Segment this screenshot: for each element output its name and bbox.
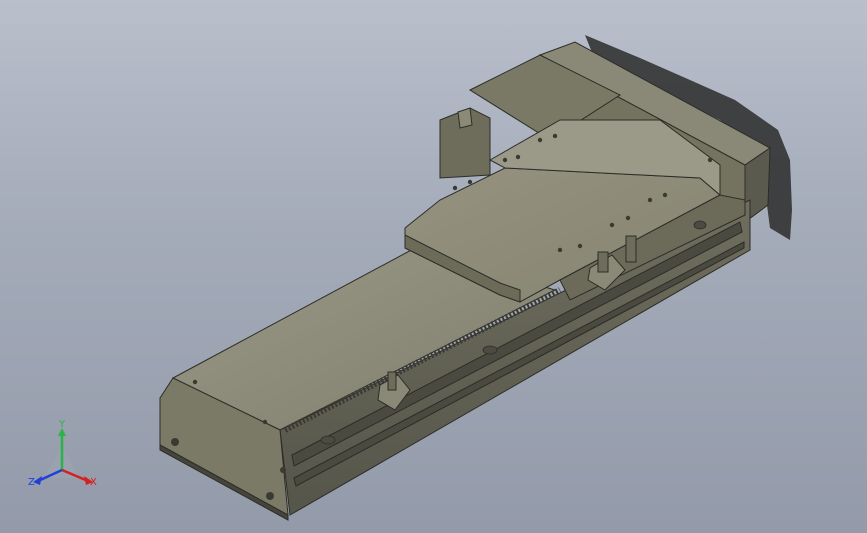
- x-axis-label: X: [90, 477, 97, 488]
- z-axis-label: Z: [28, 477, 35, 488]
- y-axis-label: Y: [59, 419, 66, 430]
- graphics-viewport[interactable]: Y X Z: [0, 0, 867, 533]
- actuator-model[interactable]: [0, 0, 867, 533]
- coordinate-triad: Y X Z: [24, 420, 104, 495]
